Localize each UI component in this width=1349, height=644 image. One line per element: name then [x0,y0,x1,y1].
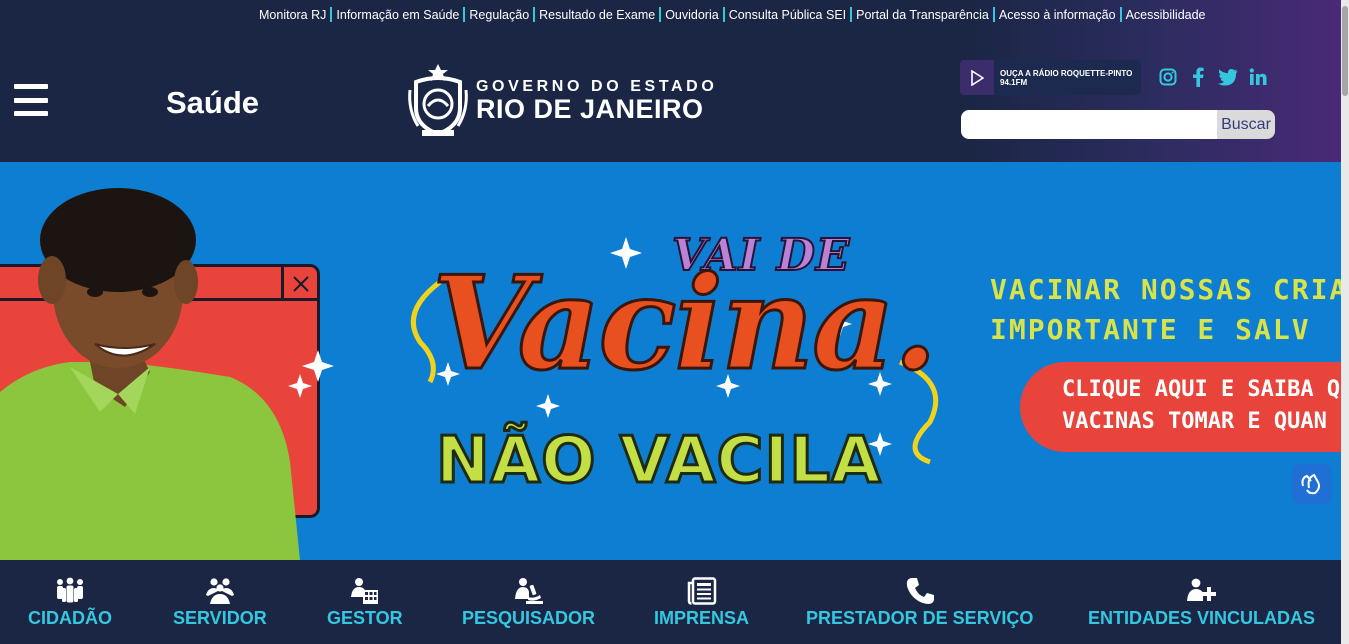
hero-banner[interactable]: VAI DE Vacina. NÃO VACILA VACINAR NOSSAS… [0,162,1341,560]
nav-item-servidor[interactable]: SERVIDOR [173,576,267,629]
nav-item-entidades[interactable]: ENTIDADES VINCULADAS [1088,576,1315,629]
radio-frequency: 94.1FM [1000,77,1028,87]
facebook-icon[interactable] [1188,67,1208,87]
radio-player[interactable]: OUÇA A RÁDIO ROQUETTE-PINTO 94.1FM [960,60,1141,95]
top-link-monitora-rj[interactable]: Monitora RJ [255,8,330,22]
play-icon[interactable] [960,60,994,95]
cta-line-1: CLIQUE AQUI E SAIBA QUA [1062,377,1341,402]
top-link-portal-transparencia[interactable]: Portal da Transparência [852,8,993,22]
cta-pill-button[interactable]: CLIQUE AQUI E SAIBA QUA VACINAS TOMAR E … [1020,362,1341,452]
nav-label: SERVIDOR [173,608,267,628]
nav-label: IMPRENSA [654,608,750,628]
top-link-resultado-exame[interactable]: Resultado de Exame [535,8,659,22]
linkedin-icon[interactable] [1248,67,1268,87]
nav-item-imprensa[interactable]: IMPRENSA [654,576,749,629]
promo-line-2: IMPORTANTE E SALV [990,313,1311,346]
social-links [1158,67,1268,87]
top-link-consulta-publica[interactable]: Consulta Pública SEI [725,8,850,22]
top-link-acessibilidade[interactable]: Acessibilidade [1122,8,1210,22]
headline-nao-vacila: NÃO VACILA [435,423,883,500]
user-plus-icon [1185,576,1219,606]
page-scrollbar[interactable] [1341,0,1349,644]
search-input[interactable] [961,110,1217,139]
search-form: Buscar [961,110,1275,139]
headline-vacina: Vacina. [431,248,940,401]
newspaper-icon [685,576,719,606]
radio-station-name: OUÇA A RÁDIO ROQUETTE-PINTO [1000,68,1133,78]
team-icon [203,576,237,606]
instagram-icon[interactable] [1158,67,1178,87]
sign-language-icon[interactable] [1292,464,1332,504]
promo-text: VACINAR NOSSAS CRIA IMPORTANTE E SALV [990,270,1341,350]
nav-item-gestor[interactable]: GESTOR [327,576,403,629]
site-header: Monitora RJ Informação em Saúde Regulaçã… [0,0,1349,162]
cta-line-2: VACINAS TOMAR E QUAN [1062,409,1327,434]
people-group-icon [53,576,87,606]
hamburger-line [14,111,48,116]
nav-item-prestador[interactable]: PRESTADOR DE SERVIÇO [806,576,1033,629]
top-link-regulacao[interactable]: Regulação [465,8,533,22]
nav-label: CIDADÃO [28,608,112,628]
top-link-acesso-informacao[interactable]: Acesso à informação [995,8,1120,22]
logo-wordmark: GOVERNO DO ESTADO RIO DE JANEIRO [476,78,717,124]
promo-line-1: VACINAR NOSSAS CRIA [990,273,1341,306]
hamburger-menu-icon[interactable] [14,84,48,116]
search-button[interactable]: Buscar [1217,110,1275,139]
twitter-icon[interactable] [1218,67,1238,87]
coat-of-arms-icon [408,64,468,137]
section-title: Saúde [166,85,260,120]
hamburger-line [14,84,48,89]
manager-building-icon [348,576,382,606]
radio-label: OUÇA A RÁDIO ROQUETTE-PINTO 94.1FM [1000,69,1132,87]
nav-item-pesquisador[interactable]: PESQUISADOR [462,576,595,629]
top-utility-nav: Monitora RJ Informação em Saúde Regulaçã… [255,7,1210,22]
hamburger-line [14,97,48,103]
nav-label: PESQUISADOR [462,608,596,628]
audience-nav: CIDADÃO SERVIDOR GESTOR PESQUISADOR IMPR… [0,560,1341,644]
top-link-informacao-saude[interactable]: Informação em Saúde [332,8,463,22]
logo-line-rio: RIO DE JANEIRO [476,94,704,124]
top-link-ouvidoria[interactable]: Ouvidoria [661,8,723,22]
nav-label: GESTOR [327,608,403,628]
nav-label: PRESTADOR DE SERVIÇO [806,608,1034,628]
microscope-icon [512,576,546,606]
child-photo [0,188,300,560]
phone-icon [903,576,937,606]
nav-item-cidadao[interactable]: CIDADÃO [28,576,112,629]
page: Monitora RJ Informação em Saúde Regulaçã… [0,0,1349,644]
nav-label: ENTIDADES VINCULADAS [1088,608,1316,628]
scrollbar-thumb[interactable] [1342,6,1348,96]
cta-text: CLIQUE AQUI E SAIBA QUA VACINAS TOMAR E … [1062,374,1341,438]
state-government-logo[interactable]: GOVERNO DO ESTADO RIO DE JANEIRO [406,60,717,140]
